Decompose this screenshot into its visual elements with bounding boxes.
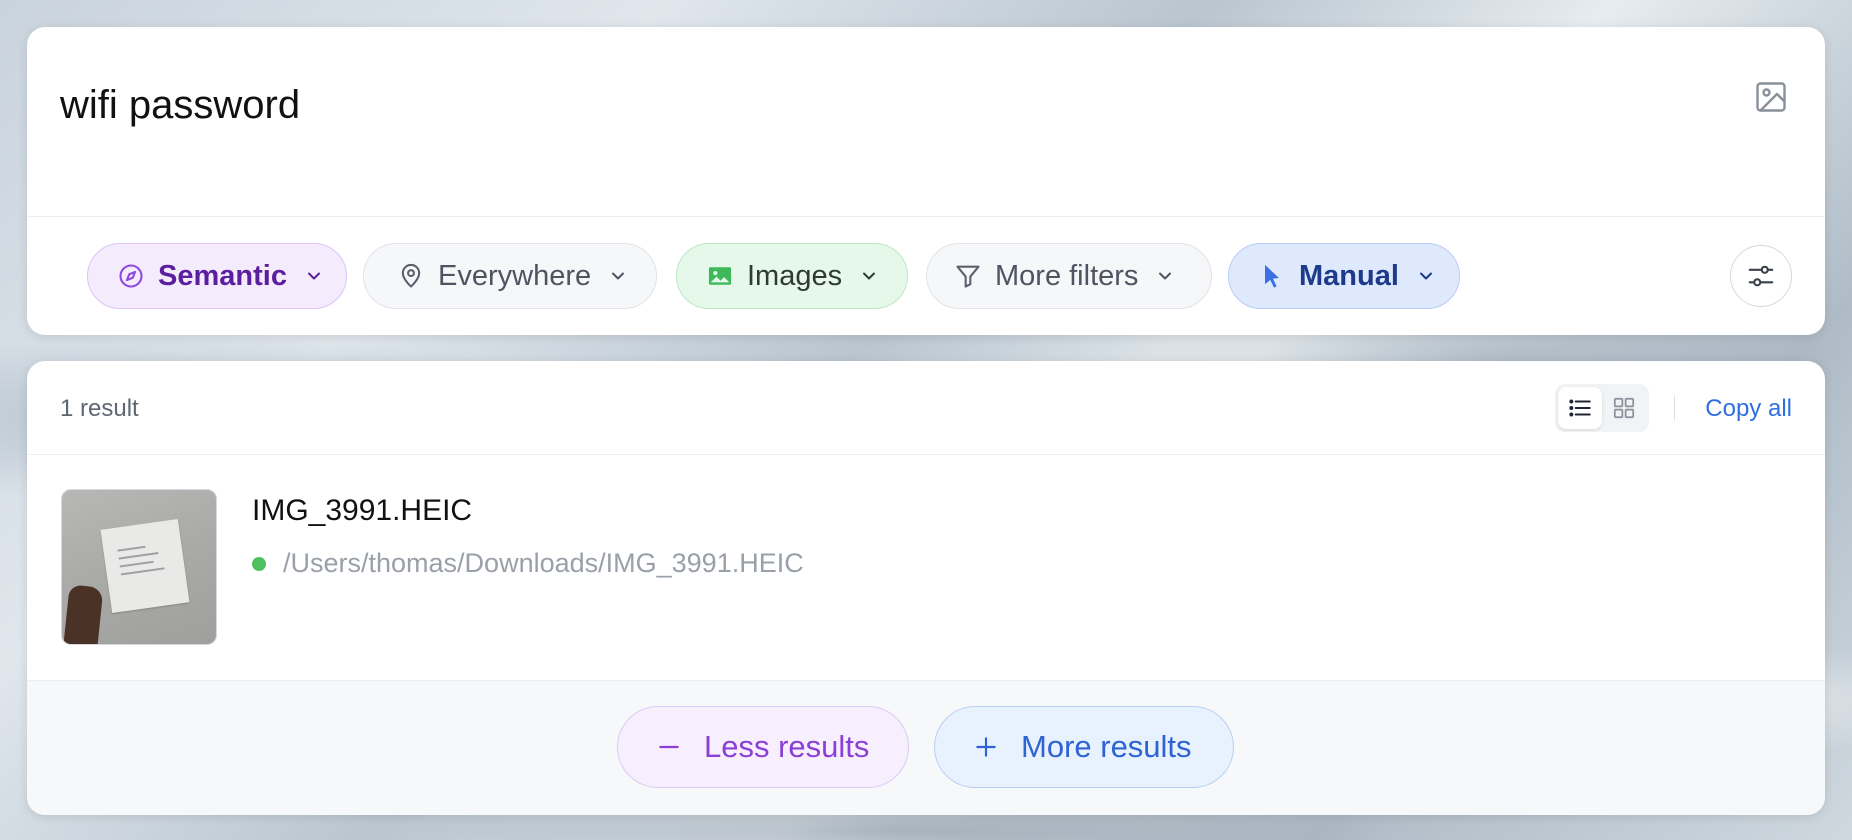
- image-icon: [705, 261, 735, 291]
- header-divider: [1674, 395, 1675, 421]
- search-panel: wifi password Semantic Everywhere Images…: [27, 27, 1825, 335]
- file-type-dropdown[interactable]: Images: [676, 243, 908, 309]
- sliders-icon: [1748, 265, 1774, 287]
- chevron-down-icon: [1154, 265, 1176, 287]
- map-pin-icon: [396, 261, 426, 291]
- copy-all-button[interactable]: Copy all: [1705, 395, 1792, 423]
- thumbnail-hand: [62, 584, 104, 644]
- results-header: 1 result Copy all: [27, 361, 1825, 455]
- list-view-button[interactable]: [1558, 387, 1602, 429]
- grid-view-button[interactable]: [1602, 387, 1646, 429]
- status-indicator: [252, 557, 266, 571]
- result-file-path: /Users/thomas/Downloads/IMG_3991.HEIC: [283, 548, 804, 578]
- more-results-button[interactable]: More results: [934, 706, 1234, 788]
- search-mode-dropdown[interactable]: Semantic: [87, 243, 347, 309]
- result-file-name[interactable]: IMG_3991.HEIC: [252, 494, 472, 528]
- chevron-down-icon: [858, 265, 880, 287]
- results-footer: Less results More results: [27, 680, 1825, 815]
- selection-mode-label: Manual: [1299, 259, 1399, 292]
- grid-icon: [1613, 397, 1635, 419]
- image-icon: [1756, 82, 1786, 112]
- less-results-label: Less results: [704, 729, 870, 764]
- minus-icon: [654, 732, 684, 762]
- image-search-button[interactable]: [1749, 75, 1793, 119]
- search-query-input[interactable]: wifi password: [60, 83, 300, 128]
- search-mode-label: Semantic: [158, 259, 287, 292]
- plus-icon: [971, 732, 1001, 762]
- result-thumbnail[interactable]: [61, 489, 217, 645]
- filter-icon: [953, 261, 983, 291]
- location-label: Everywhere: [438, 259, 592, 292]
- more-filters-label: More filters: [995, 259, 1139, 292]
- more-results-label: More results: [1021, 729, 1192, 764]
- list-icon: [1569, 399, 1591, 417]
- compass-icon: [116, 261, 146, 291]
- view-toggle: [1555, 384, 1649, 432]
- selection-mode-dropdown[interactable]: Manual: [1228, 243, 1460, 309]
- result-count: 1 result: [60, 395, 139, 422]
- chevron-down-icon: [1415, 265, 1437, 287]
- location-dropdown[interactable]: Everywhere: [363, 243, 657, 309]
- file-type-label: Images: [747, 259, 843, 292]
- thumbnail-paper: [100, 518, 190, 614]
- results-panel: 1 result Copy all Less results More resu…: [27, 361, 1825, 815]
- chevron-down-icon: [303, 265, 325, 287]
- query-area[interactable]: wifi password: [27, 27, 1825, 217]
- filter-bar: Semantic Everywhere Images More filters …: [60, 243, 1792, 311]
- chevron-down-icon: [607, 265, 629, 287]
- more-filters-dropdown[interactable]: More filters: [926, 243, 1212, 309]
- settings-button[interactable]: [1730, 245, 1792, 307]
- less-results-button[interactable]: Less results: [617, 706, 909, 788]
- cursor-icon: [1257, 261, 1287, 291]
